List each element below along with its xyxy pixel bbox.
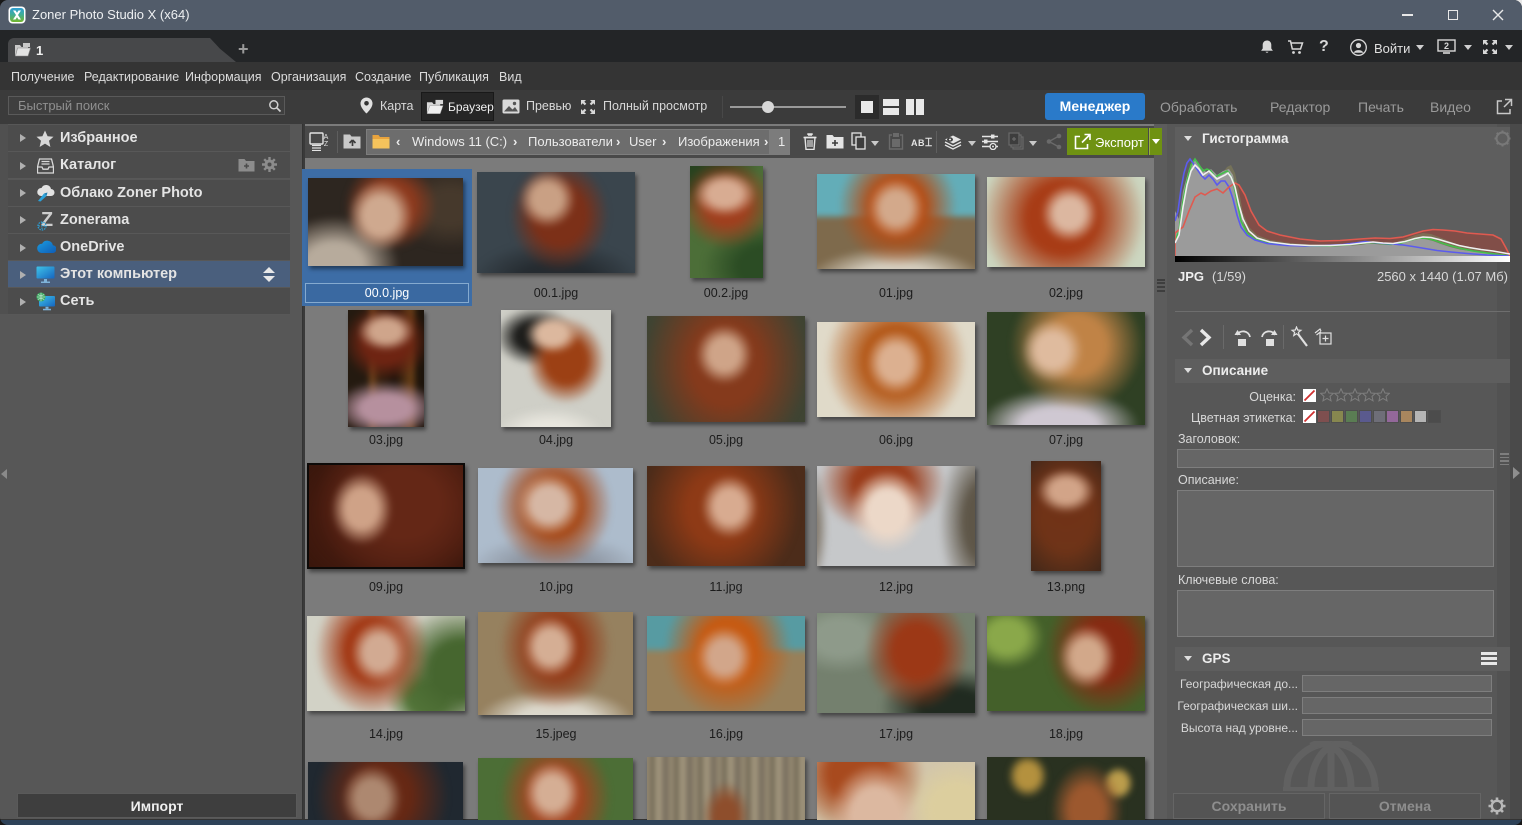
svg-text:Z: Z — [324, 141, 329, 148]
svg-text:2: 2 — [1444, 41, 1449, 51]
svg-text:A: A — [324, 134, 329, 141]
svg-text:Z: Z — [41, 211, 53, 231]
